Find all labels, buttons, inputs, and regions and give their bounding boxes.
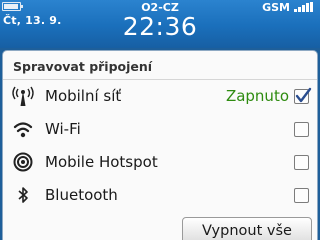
clock: 22:36 [122, 12, 198, 41]
connection-label: Mobilní síť [45, 87, 122, 105]
status-bar: Čt, 13. 9. O2-CZ 22:36 GSM [0, 0, 320, 48]
wifi-checkbox[interactable] [294, 122, 309, 137]
bluetooth-checkbox[interactable] [294, 188, 309, 203]
bluetooth-icon [10, 183, 36, 207]
connection-status: Zapnuto [225, 87, 289, 105]
connection-row-mobile-hotspot[interactable]: Mobile Hotspot [3, 146, 317, 179]
manage-connections-dialog: Spravovat připojení Mobilní síť Zapnuto [2, 50, 318, 240]
connection-row-mobile-network[interactable]: Mobilní síť Zapnuto [3, 80, 317, 113]
checkmark-icon [295, 87, 312, 103]
signal-strength-icon [294, 2, 316, 12]
connection-label: Wi-Fi [45, 120, 81, 138]
dialog-title: Spravovat připojení [13, 59, 153, 74]
connection-label: Bluetooth [45, 186, 118, 204]
hotspot-icon [10, 150, 36, 174]
connection-row-bluetooth[interactable]: Bluetooth [3, 179, 317, 212]
turn-off-all-button[interactable]: Vypnout vše [182, 217, 312, 240]
connection-label: Mobile Hotspot [45, 153, 158, 171]
network-type: GSM [262, 1, 290, 14]
mobile-network-checkbox[interactable] [294, 87, 312, 104]
cellular-antenna-icon [10, 84, 36, 108]
mobile-hotspot-checkbox[interactable] [294, 155, 309, 170]
connection-row-wifi[interactable]: Wi-Fi [3, 113, 317, 146]
wifi-icon [10, 117, 36, 141]
